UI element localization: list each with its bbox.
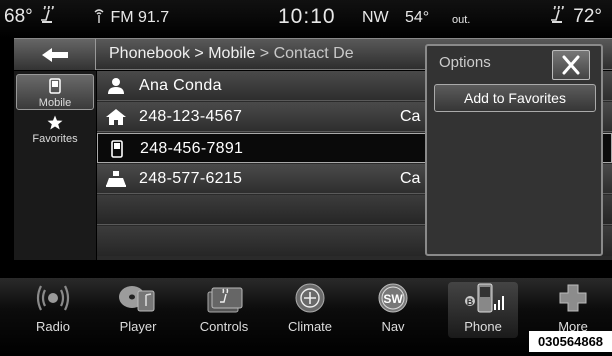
contact-name: Ana Conda (139, 77, 222, 94)
dock-label: Climate (287, 319, 333, 334)
player-icon (119, 286, 155, 312)
phone-number: 248-123-4567 (139, 108, 243, 125)
dock-controls-button[interactable]: Controls (189, 282, 259, 338)
dock-label: Controls (199, 319, 249, 334)
antenna-icon (94, 9, 104, 23)
dock-more-button[interactable]: More (538, 282, 608, 338)
nav-item-label: Favorites (32, 133, 78, 145)
breadcrumb-phonebook[interactable]: Phonebook (109, 45, 190, 62)
call-label: Ca (400, 108, 421, 125)
close-button[interactable] (552, 50, 590, 80)
phone-number: 248-577-6215 (139, 170, 243, 187)
more-icon (559, 284, 587, 312)
heated-seat-icon (41, 4, 54, 23)
radio-status[interactable]: FM 91.7 (92, 9, 169, 27)
call-label: Ca (400, 170, 421, 187)
star-icon (47, 115, 63, 130)
phone-icon: B (465, 283, 504, 313)
dock-player-button[interactable]: Player (103, 282, 173, 338)
breadcrumb-mobile[interactable]: > Mobile (194, 45, 255, 62)
mobile-phone-icon (49, 78, 61, 94)
outside-label: out. (452, 14, 471, 26)
bottom-dock: Radio Player Controls Climate SW Nav B P… (0, 278, 612, 356)
phonebook-filter-nav: Mobile Favorites (14, 71, 96, 260)
dock-label: Radio (36, 319, 70, 334)
climate-icon (295, 283, 325, 313)
add-to-favorites-button[interactable]: Add to Favorites (434, 84, 596, 112)
nav-icon: SW (378, 283, 408, 313)
status-bar: 68° FM 91.7 10:10 NW 54° out. 72° (0, 0, 612, 38)
dock-radio-button[interactable]: Radio (18, 282, 88, 338)
nav-item-label: Mobile (38, 97, 72, 109)
radio-icon (36, 285, 70, 311)
dock-label: Phone (464, 319, 502, 334)
dock-label: Player (119, 319, 157, 334)
close-icon (562, 55, 580, 75)
compass-heading: NW (362, 9, 389, 26)
home-icon (106, 109, 126, 125)
options-title: Options (439, 54, 491, 71)
nav-item-favorites[interactable]: Favorites (16, 113, 94, 149)
nav-item-mobile[interactable]: Mobile (16, 74, 94, 110)
phone-number: 248-456-7891 (140, 140, 244, 157)
work-icon (106, 171, 126, 187)
person-icon (108, 78, 124, 94)
breadcrumb: Phonebook > Mobile > Contact De (109, 45, 354, 63)
driver-temperature[interactable]: 68° (4, 4, 58, 28)
controls-icon (207, 287, 243, 313)
figure-id-label: 030564868 (529, 331, 612, 352)
dock-climate-button[interactable]: Climate (275, 282, 345, 338)
breadcrumb-contact-details: > Contact De (259, 45, 354, 62)
clock: 10:10 (278, 5, 336, 28)
dock-nav-button[interactable]: SW Nav (358, 282, 428, 338)
dock-phone-button[interactable]: B Phone (448, 282, 518, 338)
back-button[interactable] (14, 39, 96, 70)
svg-text:SW: SW (383, 292, 403, 306)
heated-seat-icon (551, 4, 564, 23)
back-arrow-icon (41, 47, 68, 62)
svg-text:B: B (467, 297, 474, 307)
options-popup: Options Add to Favorites (425, 44, 603, 256)
passenger-temperature[interactable]: 72° (548, 4, 602, 28)
mobile-phone-icon (111, 140, 123, 158)
dock-label: Nav (381, 319, 405, 334)
outside-temperature: 54° (405, 9, 430, 26)
